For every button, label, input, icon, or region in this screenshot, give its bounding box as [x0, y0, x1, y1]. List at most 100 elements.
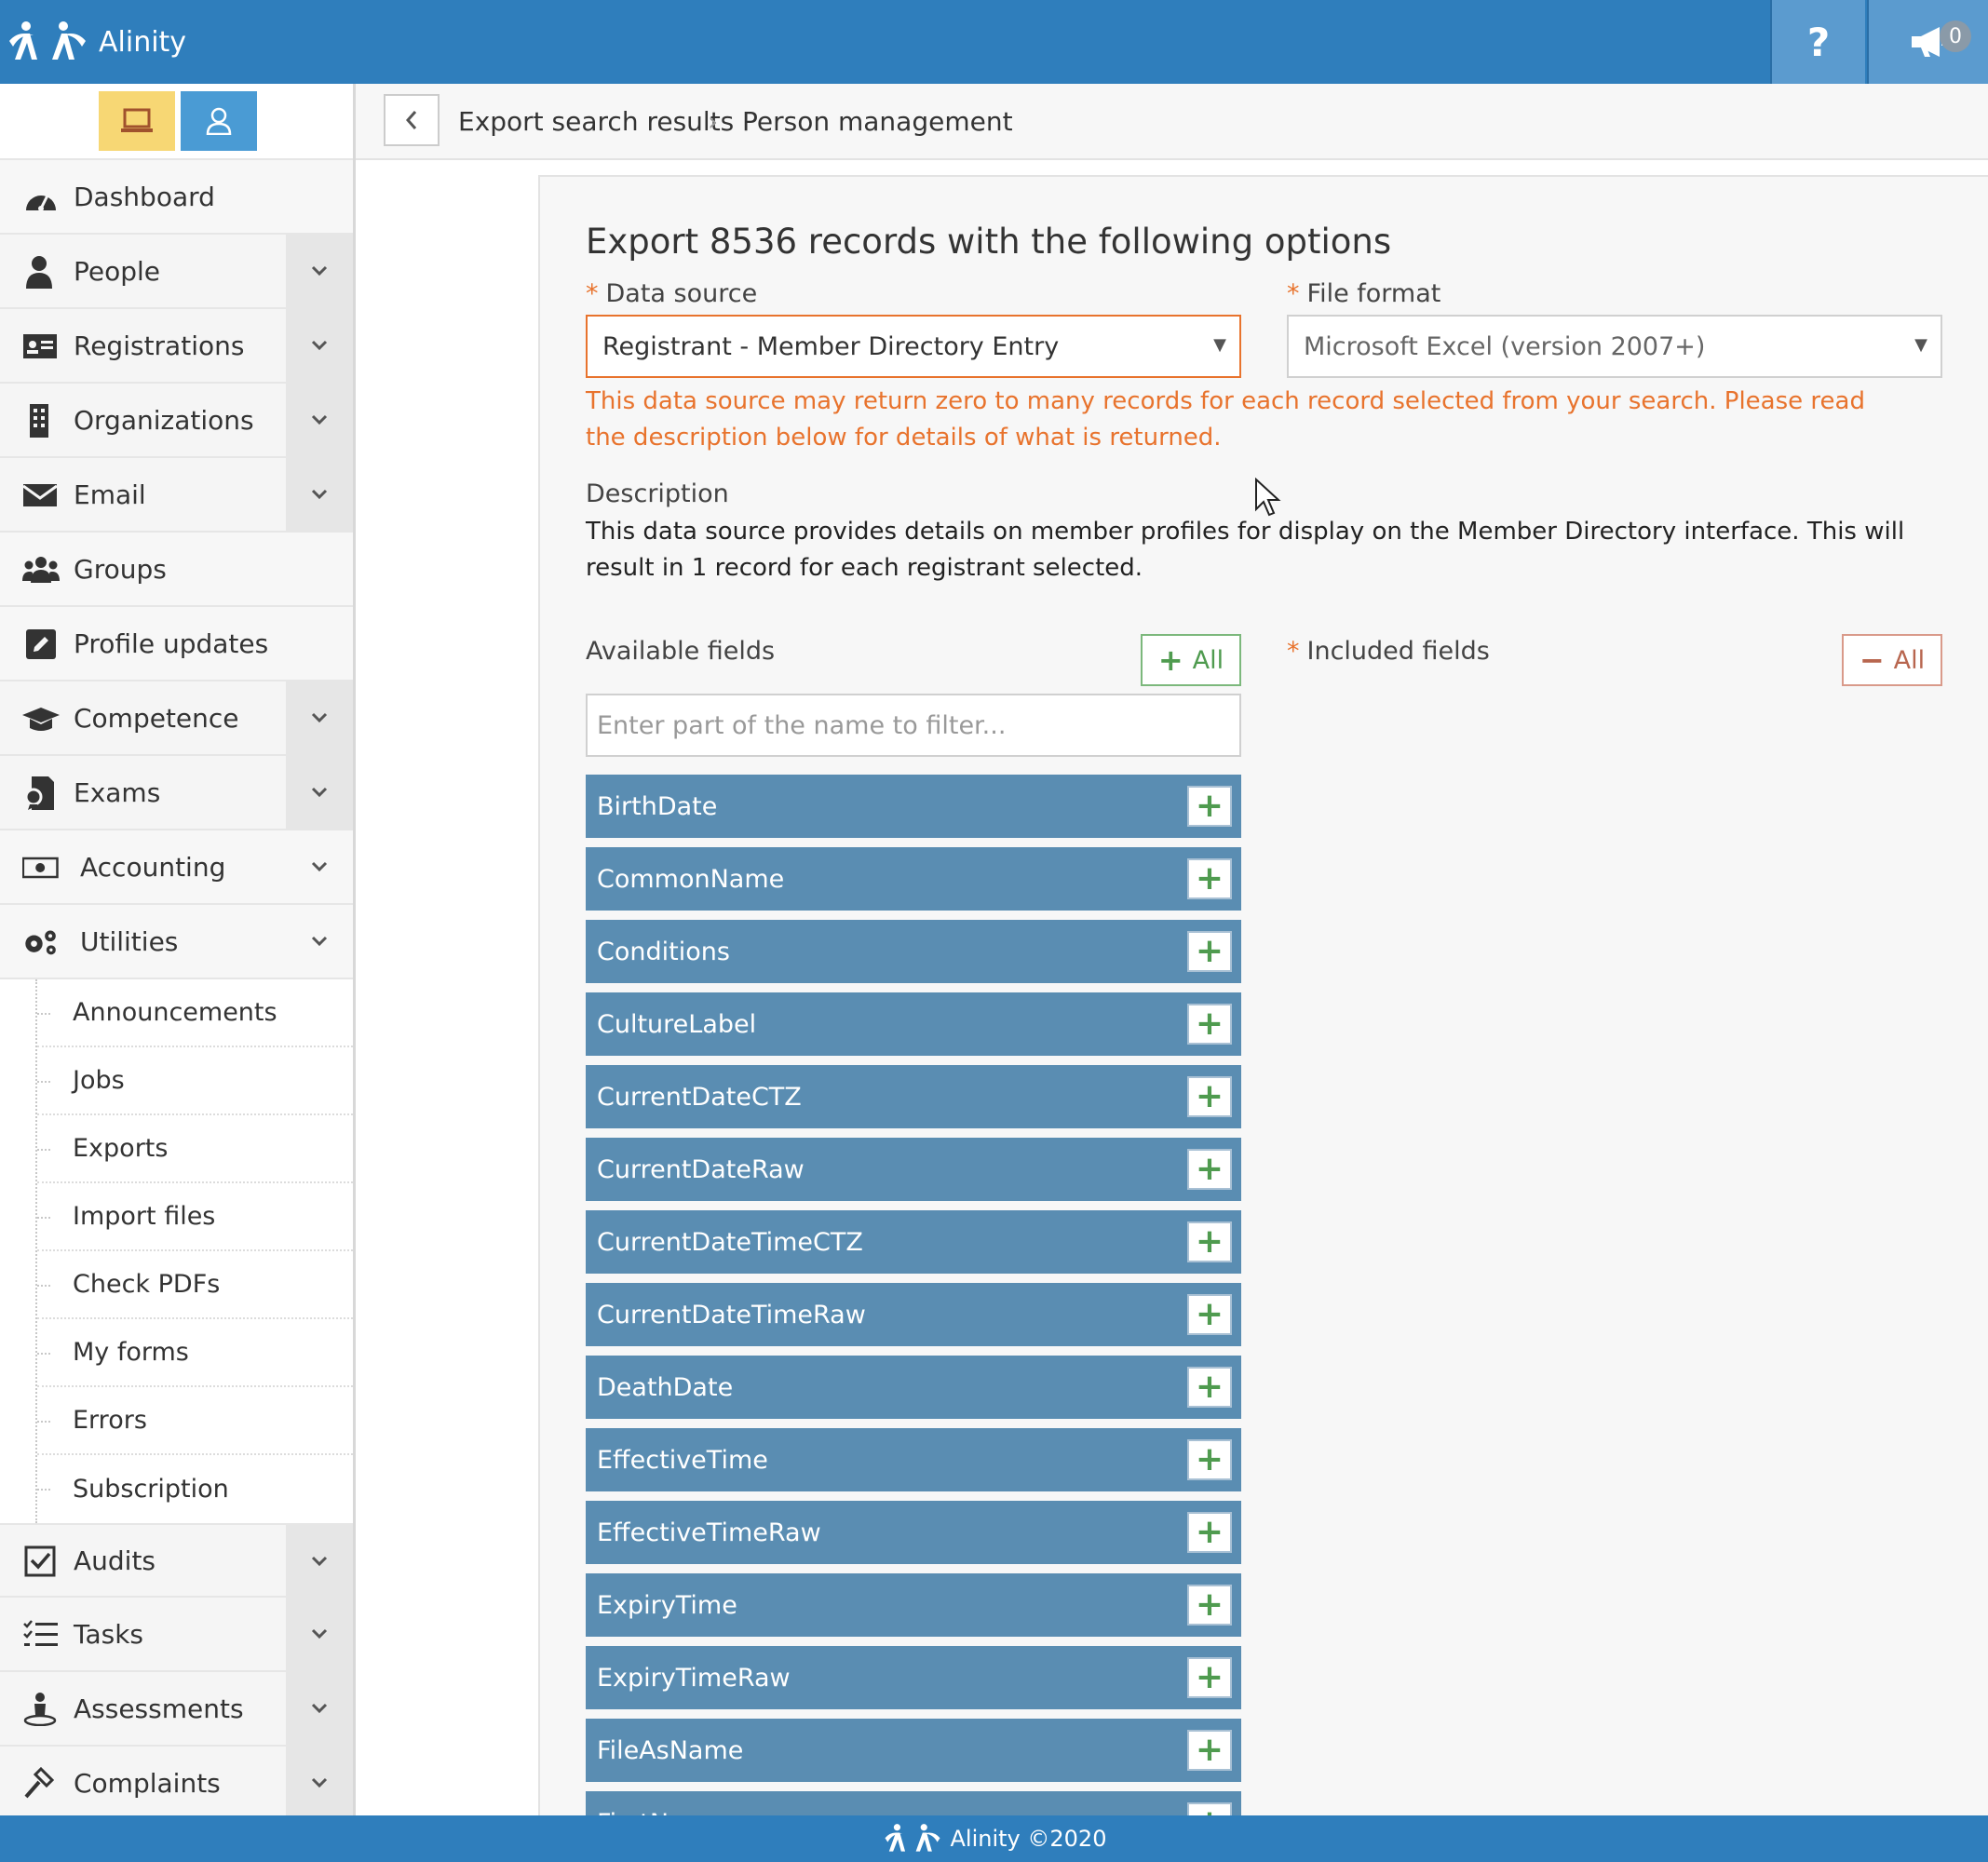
available-field-row[interactable]: ExpiryTime + [586, 1573, 1241, 1637]
add-field-plus-icon[interactable]: + [1187, 1585, 1232, 1626]
add-field-plus-icon[interactable]: + [1187, 1730, 1232, 1771]
graduation-cap-icon [22, 708, 60, 731]
add-field-plus-icon[interactable]: + [1187, 1512, 1232, 1553]
sidebar-subitem-my-forms[interactable]: My forms [37, 1319, 353, 1387]
sidebar-item-utilities[interactable]: Utilities [0, 905, 353, 979]
chevron-down-icon[interactable] [286, 756, 353, 829]
person-icon [26, 256, 52, 289]
sidebar-item-exams[interactable]: Exams [0, 756, 353, 830]
sidebar-item-assessments[interactable]: Assessments [0, 1672, 353, 1747]
sidebar-item-registrations[interactable]: Registrations [0, 309, 353, 384]
add-all-button[interactable]: + All [1141, 634, 1241, 686]
sidebar-item-groups[interactable]: Groups [0, 533, 353, 607]
chevron-down-icon[interactable] [286, 309, 353, 382]
chevron-down-icon[interactable] [286, 384, 353, 456]
sidebar-item-tasks[interactable]: Tasks [0, 1598, 353, 1672]
sidebar-item-complaints[interactable]: Complaints [0, 1747, 353, 1815]
list-icon [23, 1620, 58, 1646]
client-mode-button[interactable] [181, 91, 257, 151]
help-button[interactable]: ? [1770, 0, 1865, 84]
admin-mode-button[interactable] [99, 91, 175, 151]
chevron-down-icon[interactable] [286, 681, 353, 754]
file-format-select[interactable]: Microsoft Excel (version 2007+) ▼ [1287, 315, 1942, 378]
add-field-plus-icon[interactable]: + [1187, 858, 1232, 899]
sidebar-item-email[interactable]: Email [0, 458, 353, 533]
available-fields-list: BirthDate + CommonName + Conditions + Cultu… [586, 775, 1241, 1817]
sidebar-item-label: Audits [74, 1545, 156, 1576]
users-icon [22, 557, 60, 583]
available-field-row[interactable]: CommonName + [586, 847, 1241, 911]
announcements-button[interactable]: 0 [1867, 0, 1988, 84]
available-field-row[interactable]: ExpiryTimeRaw + [586, 1646, 1241, 1709]
chevron-down-icon[interactable] [286, 905, 353, 978]
available-field-row[interactable]: CurrentDateTimeCTZ + [586, 1210, 1241, 1274]
data-source-select[interactable]: Registrant - Member Directory Entry ▼ [586, 315, 1241, 378]
sidebar-item-organizations[interactable]: Organizations [0, 384, 353, 458]
field-filter-input[interactable] [586, 694, 1241, 757]
add-field-plus-icon[interactable]: + [1187, 1439, 1232, 1480]
add-field-plus-icon[interactable]: + [1187, 1294, 1232, 1335]
sidebar-subitem-check-pdfs[interactable]: Check PDFs [37, 1251, 353, 1319]
sidebar-item-label: Organizations [74, 404, 254, 436]
sidebar-item-label: Competence [74, 702, 239, 734]
available-field-row[interactable]: CurrentDateCTZ + [586, 1065, 1241, 1128]
sidebar-item-competence[interactable]: Competence [0, 681, 353, 756]
add-field-plus-icon[interactable]: + [1187, 931, 1232, 972]
breadcrumb-link-export-search-results[interactable]: Export search results [458, 106, 734, 137]
available-field-row[interactable]: BirthDate + [586, 775, 1241, 838]
chevron-down-icon[interactable] [286, 1525, 353, 1598]
sidebar-item-profile-updates[interactable]: Profile updates [0, 607, 353, 681]
add-field-plus-icon[interactable]: + [1187, 1657, 1232, 1698]
chevron-down-icon[interactable] [286, 235, 353, 307]
mouse-cursor-icon [1255, 478, 1281, 517]
sidebar-item-accounting[interactable]: Accounting [0, 830, 353, 905]
available-field-row[interactable]: DeathDate + [586, 1356, 1241, 1419]
sidebar-subitem-announcements[interactable]: Announcements [37, 979, 353, 1047]
building-icon [30, 404, 48, 438]
available-field-row[interactable]: EffectiveTime + [586, 1428, 1241, 1491]
add-field-plus-icon[interactable]: + [1187, 1004, 1232, 1045]
chevron-down-icon[interactable] [286, 830, 353, 903]
sidebar-subitem-exports[interactable]: Exports [37, 1115, 353, 1183]
sidebar-item-label: People [74, 255, 161, 287]
required-marker: * [1287, 637, 1300, 666]
sidebar-subitem-errors[interactable]: Errors [37, 1387, 353, 1455]
remove-all-button[interactable]: − All [1842, 634, 1942, 686]
available-field-row[interactable]: EffectiveTimeRaw + [586, 1501, 1241, 1564]
available-field-row[interactable]: FirstN+ [586, 1791, 1241, 1817]
sidebar-item-dashboard[interactable]: Dashboard [0, 160, 353, 235]
available-field-row[interactable]: CultureLabel + [586, 992, 1241, 1056]
alinity-logo-icon [884, 1824, 940, 1852]
add-field-plus-icon[interactable]: + [1187, 1076, 1232, 1117]
available-field-row[interactable]: CurrentDateRaw + [586, 1138, 1241, 1201]
help-icon: ? [1806, 19, 1831, 65]
sidebar-item-people[interactable]: People [0, 235, 353, 309]
edit-icon [26, 629, 56, 659]
sidebar-subitem-import-files[interactable]: Import files [37, 1183, 353, 1251]
sidebar-subitem-subscription[interactable]: Subscription [37, 1455, 353, 1523]
included-fields-label: * Included fields [1287, 637, 1490, 666]
add-field-plus-icon[interactable]: + [1187, 1367, 1232, 1408]
exam-icon [24, 776, 54, 810]
data-source-warning: This data source may return zero to many… [586, 387, 1865, 452]
chevron-down-icon[interactable] [286, 1672, 353, 1745]
export-panel: Export 8536 records with the following o… [538, 175, 1988, 1817]
add-field-plus-icon[interactable]: + [1187, 1221, 1232, 1262]
sidebar-item-audits[interactable]: Audits [0, 1523, 353, 1598]
available-field-row[interactable]: Conditions + [586, 920, 1241, 983]
mode-switcher [0, 84, 353, 160]
available-fields-label: Available fields [586, 637, 776, 666]
brand[interactable]: Alinity [6, 19, 186, 65]
add-field-plus-icon[interactable]: + [1187, 1149, 1232, 1190]
add-field-plus-icon[interactable]: + [1187, 786, 1232, 827]
sidebar-item-label: Groups [74, 553, 167, 585]
chevron-down-icon[interactable] [286, 1747, 353, 1815]
chevron-down-icon[interactable] [286, 1598, 353, 1670]
available-field-row[interactable]: CurrentDateTimeRaw + [586, 1283, 1241, 1346]
available-field-row[interactable]: FileAsName + [586, 1719, 1241, 1782]
caret-down-icon: ▼ [1213, 335, 1226, 355]
chevron-down-icon[interactable] [286, 458, 353, 531]
file-format-label: * File format [1287, 279, 1441, 308]
back-button[interactable] [384, 94, 440, 146]
sidebar-subitem-jobs[interactable]: Jobs [37, 1047, 353, 1115]
